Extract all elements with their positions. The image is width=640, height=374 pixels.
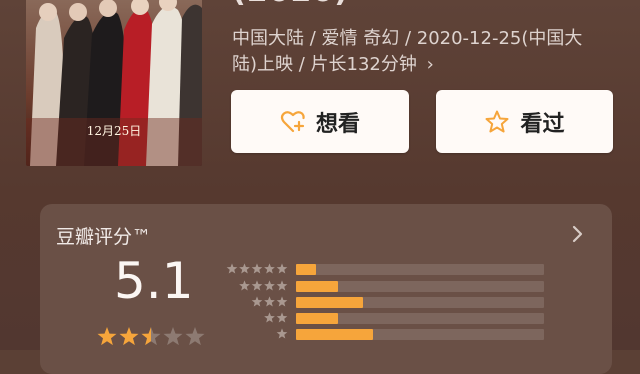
row-star bbox=[251, 263, 263, 274]
rating-bar-fill bbox=[296, 297, 363, 308]
score-stars-icon bbox=[97, 327, 205, 346]
rating-score: 5.1 bbox=[114, 252, 194, 310]
score-star bbox=[97, 327, 117, 346]
row-stars-icon bbox=[239, 280, 288, 291]
row-star bbox=[276, 312, 288, 323]
score-star bbox=[163, 327, 183, 346]
row-star bbox=[239, 280, 250, 291]
row-star bbox=[264, 280, 275, 291]
row-star bbox=[239, 263, 250, 274]
movie-title-year: (2020) bbox=[232, 0, 349, 9]
want-to-watch-label: 想看 bbox=[315, 111, 360, 137]
rating-bar-track bbox=[296, 297, 544, 308]
row-star bbox=[264, 263, 275, 274]
rating-title: 豆瓣评分™ bbox=[56, 226, 152, 248]
rating-bar-fill bbox=[296, 281, 339, 292]
rating-bar-fill bbox=[296, 313, 339, 324]
score-star bbox=[119, 327, 139, 346]
row-star bbox=[226, 263, 238, 274]
heart-plus-icon bbox=[280, 110, 305, 132]
star-outline-icon bbox=[485, 110, 509, 132]
poster-date-text: 12月25日 bbox=[86, 124, 142, 138]
row-star bbox=[276, 296, 288, 307]
score-star bbox=[185, 327, 205, 346]
movie-poster[interactable]: 12月25日 bbox=[26, 0, 202, 166]
chevron-right-icon[interactable] bbox=[568, 222, 588, 246]
meta-line-2-text: 陆)上映 / 片长132分钟 bbox=[232, 54, 417, 75]
row-star bbox=[264, 312, 275, 323]
rating-bar-fill bbox=[296, 329, 373, 340]
row-star bbox=[276, 328, 288, 339]
row-star bbox=[251, 280, 263, 291]
row-stars-icon bbox=[226, 263, 288, 274]
rating-bar-track bbox=[296, 264, 544, 275]
row-star bbox=[251, 296, 263, 307]
score-star bbox=[141, 327, 161, 346]
meta-line-2: 陆)上映 / 片长132分钟 › bbox=[232, 52, 602, 78]
row-stars-icon bbox=[276, 328, 288, 339]
row-stars-icon bbox=[251, 296, 288, 307]
watched-label: 看过 bbox=[520, 111, 565, 137]
rating-bar-fill bbox=[296, 264, 316, 275]
rating-bar-track bbox=[296, 329, 544, 340]
rating-bar-track bbox=[296, 281, 544, 292]
watched-button[interactable]: 看过 bbox=[436, 90, 613, 153]
rating-bar-track bbox=[296, 313, 544, 324]
row-star bbox=[264, 296, 275, 307]
want-to-watch-button[interactable]: 想看 bbox=[231, 90, 409, 153]
row-star bbox=[276, 263, 288, 274]
chevron-right-icon: › bbox=[426, 54, 434, 75]
row-star bbox=[276, 280, 288, 291]
row-stars-icon bbox=[264, 312, 288, 323]
movie-meta[interactable]: 中国大陆 / 爱情 奇幻 / 2020-12-25(中国大 陆)上映 / 片长1… bbox=[232, 26, 602, 78]
meta-line-1: 中国大陆 / 爱情 奇幻 / 2020-12-25(中国大 bbox=[232, 28, 583, 49]
